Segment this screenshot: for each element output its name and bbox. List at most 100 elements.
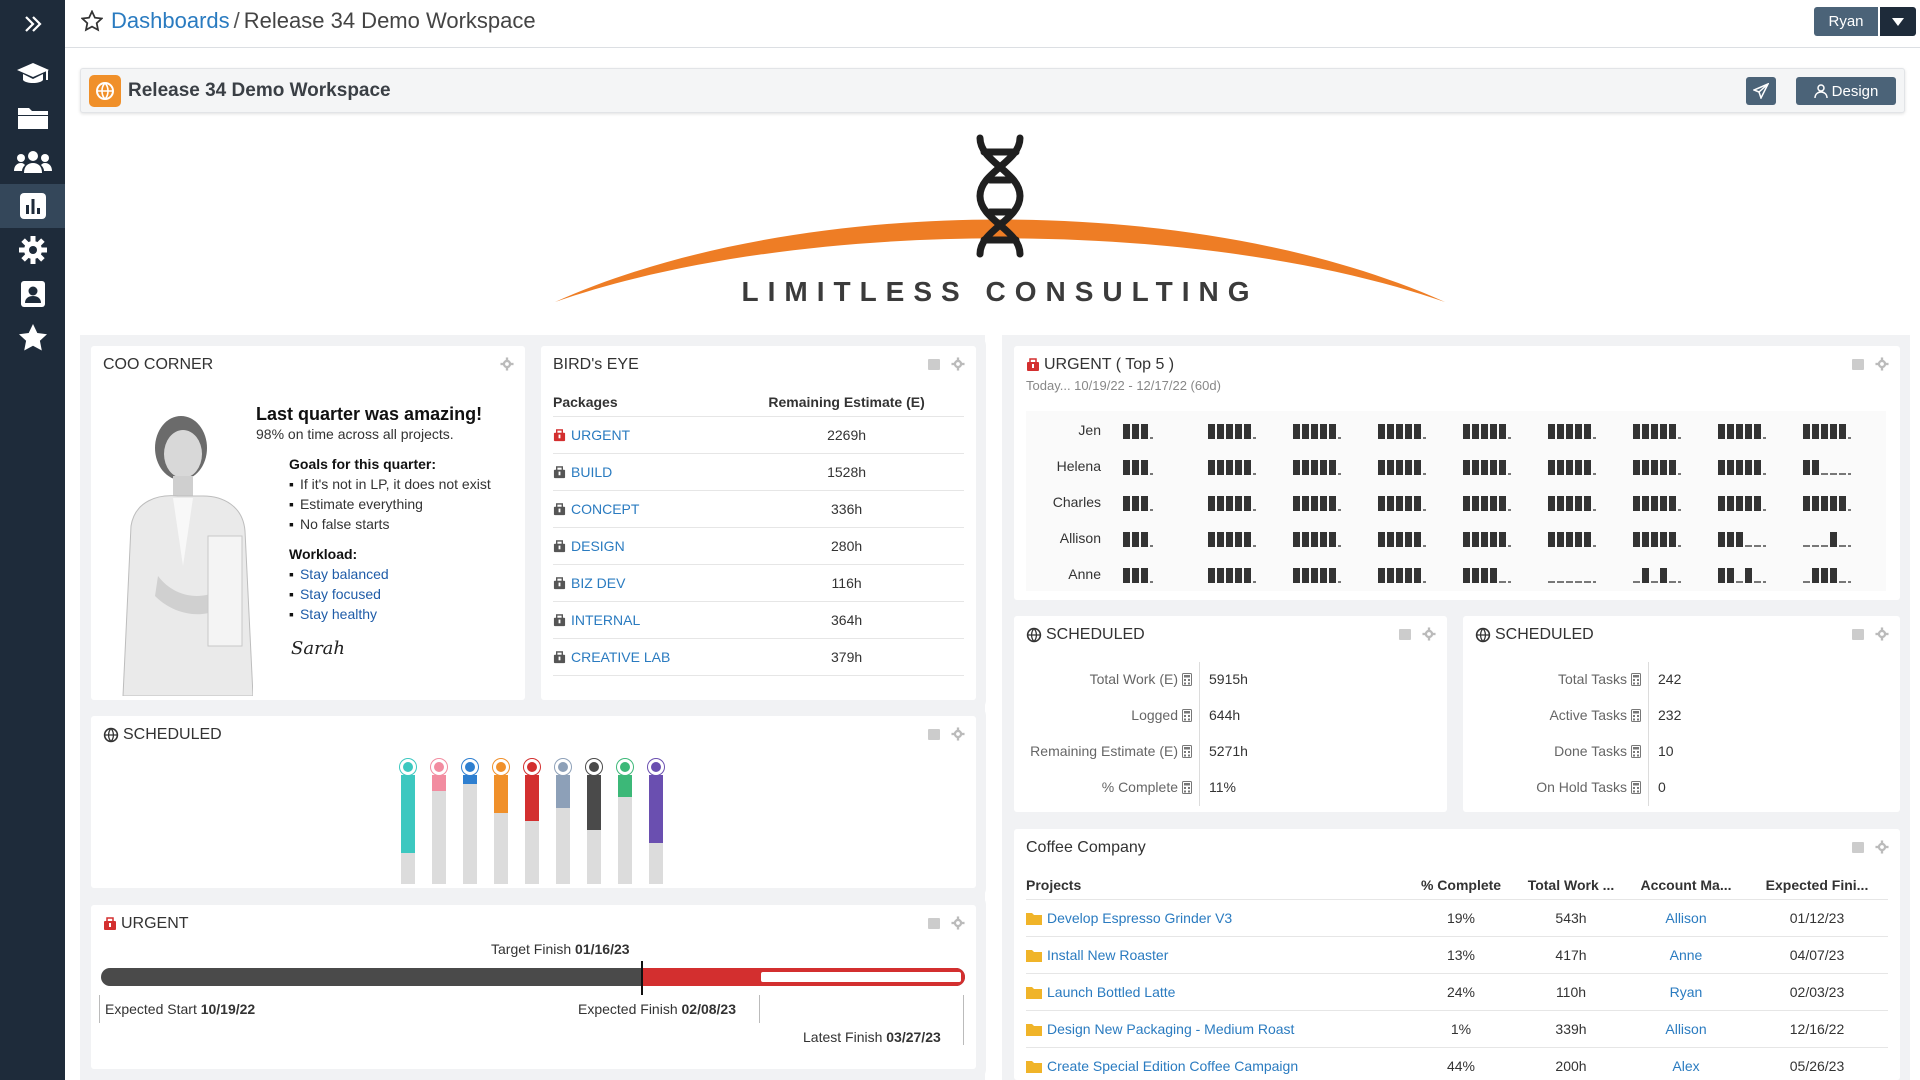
panel-export-button[interactable]	[1397, 626, 1413, 642]
workload-week[interactable]	[1123, 424, 1199, 439]
calculator-icon[interactable]	[1631, 709, 1641, 722]
workload-week[interactable]	[1803, 496, 1879, 511]
workload-week[interactable]	[1208, 424, 1284, 439]
workload-week[interactable]	[1208, 532, 1284, 547]
workload-week[interactable]	[1803, 460, 1879, 475]
account-manager-link[interactable]: Alex	[1672, 1058, 1699, 1074]
sidebar-item-settings[interactable]	[0, 228, 65, 272]
workload-week[interactable]	[1718, 532, 1794, 547]
workload-week[interactable]	[1123, 460, 1199, 475]
account-manager-link[interactable]: Allison	[1665, 1021, 1706, 1037]
projects-column-header[interactable]: Projects	[1026, 871, 1406, 900]
workload-week[interactable]	[1803, 424, 1879, 439]
sidebar-item-learning[interactable]	[0, 52, 65, 96]
package-link[interactable]: DESIGN	[571, 538, 625, 554]
progress-column[interactable]	[462, 759, 478, 884]
project-row[interactable]: Launch Bottled Latte 24% 110h Ryan 02/03/23	[1026, 973, 1888, 1011]
workload-week[interactable]	[1633, 532, 1709, 547]
project-link[interactable]: Launch Bottled Latte	[1047, 984, 1175, 1000]
panel-export-button[interactable]	[926, 726, 942, 742]
panel-export-button[interactable]	[926, 915, 942, 931]
workload-week[interactable]	[1293, 460, 1369, 475]
progress-column[interactable]	[431, 759, 447, 884]
workload-week[interactable]	[1633, 568, 1709, 583]
package-link[interactable]: BUILD	[571, 464, 612, 480]
panel-settings-button[interactable]	[950, 915, 966, 931]
project-row[interactable]: Install New Roaster 13% 417h Anne 04/07/23	[1026, 936, 1888, 974]
package-link[interactable]: CONCEPT	[571, 501, 639, 517]
workload-week[interactable]	[1208, 460, 1284, 475]
sidebar-item-people[interactable]	[0, 140, 65, 184]
package-link[interactable]: BIZ DEV	[571, 575, 625, 591]
share-button[interactable]	[1746, 77, 1776, 105]
panel-settings-button[interactable]	[1874, 839, 1890, 855]
project-link[interactable]: Install New Roaster	[1047, 947, 1168, 963]
account-manager-column-header[interactable]: Account Ma...	[1626, 871, 1746, 900]
calculator-icon[interactable]	[1182, 781, 1192, 794]
workload-week[interactable]	[1378, 568, 1454, 583]
workload-week[interactable]	[1123, 532, 1199, 547]
user-menu-button[interactable]: Ryan	[1814, 7, 1878, 36]
panel-export-button[interactable]	[926, 356, 942, 372]
panel-settings-button[interactable]	[499, 356, 515, 372]
expand-sidebar-button[interactable]	[0, 2, 65, 46]
calculator-icon[interactable]	[1182, 745, 1192, 758]
project-row[interactable]: Create Special Edition Coffee Campaign 44…	[1026, 1047, 1888, 1080]
calculator-icon[interactable]	[1631, 745, 1641, 758]
package-link[interactable]: INTERNAL	[571, 612, 640, 628]
workload-week[interactable]	[1803, 532, 1879, 547]
workload-week[interactable]	[1718, 496, 1794, 511]
package-link[interactable]: CREATIVE LAB	[571, 649, 670, 665]
project-link[interactable]: Develop Espresso Grinder V3	[1047, 910, 1232, 926]
progress-column[interactable]	[617, 759, 633, 884]
panel-settings-button[interactable]	[1874, 356, 1890, 372]
workload-week[interactable]	[1378, 532, 1454, 547]
panel-export-button[interactable]	[1850, 356, 1866, 372]
account-manager-link[interactable]: Anne	[1670, 947, 1703, 963]
calculator-icon[interactable]	[1182, 709, 1192, 722]
workload-week[interactable]	[1463, 460, 1539, 475]
design-button[interactable]: Design	[1796, 77, 1896, 105]
workload-week[interactable]	[1378, 424, 1454, 439]
workload-week[interactable]	[1548, 532, 1624, 547]
favorite-star-icon[interactable]	[81, 10, 103, 32]
workload-week[interactable]	[1718, 460, 1794, 475]
workload-week[interactable]	[1123, 568, 1199, 583]
workload-week[interactable]	[1718, 568, 1794, 583]
workload-week[interactable]	[1803, 568, 1879, 583]
account-manager-link[interactable]: Allison	[1665, 910, 1706, 926]
workload-week[interactable]	[1463, 568, 1539, 583]
workload-week[interactable]	[1463, 532, 1539, 547]
package-link[interactable]: URGENT	[571, 427, 630, 443]
calculator-icon[interactable]	[1631, 673, 1641, 686]
breadcrumb-dashboards-link[interactable]: Dashboards	[111, 8, 230, 34]
sidebar-item-contacts[interactable]	[0, 272, 65, 316]
workload-week[interactable]	[1378, 496, 1454, 511]
project-row[interactable]: Design New Packaging - Medium Roast 1% 339…	[1026, 1010, 1888, 1048]
panel-settings-button[interactable]	[1421, 626, 1437, 642]
workload-week[interactable]	[1463, 424, 1539, 439]
progress-column[interactable]	[648, 759, 664, 884]
workload-week[interactable]	[1208, 568, 1284, 583]
calculator-icon[interactable]	[1631, 781, 1641, 794]
project-row[interactable]: Develop Espresso Grinder V3 19% 543h Alliso…	[1026, 899, 1888, 937]
total-work-column-header[interactable]: Total Work ...	[1516, 871, 1626, 900]
account-manager-link[interactable]: Ryan	[1670, 984, 1703, 1000]
sidebar-item-projects[interactable]	[0, 96, 65, 140]
workload-week[interactable]	[1633, 424, 1709, 439]
workload-week[interactable]	[1548, 496, 1624, 511]
calculator-icon[interactable]	[1182, 673, 1192, 686]
workload-week[interactable]	[1293, 496, 1369, 511]
workload-week[interactable]	[1548, 460, 1624, 475]
workload-week[interactable]	[1548, 424, 1624, 439]
workload-week[interactable]	[1633, 496, 1709, 511]
expected-finish-column-header[interactable]: Expected Fini...	[1746, 871, 1888, 900]
panel-settings-button[interactable]	[1874, 626, 1890, 642]
progress-column[interactable]	[555, 759, 571, 884]
user-menu-dropdown[interactable]	[1880, 7, 1916, 36]
progress-column[interactable]	[586, 759, 602, 884]
panel-export-button[interactable]	[1850, 839, 1866, 855]
panel-export-button[interactable]	[1850, 626, 1866, 642]
workload-week[interactable]	[1633, 460, 1709, 475]
percent-complete-column-header[interactable]: % Complete	[1406, 871, 1516, 900]
